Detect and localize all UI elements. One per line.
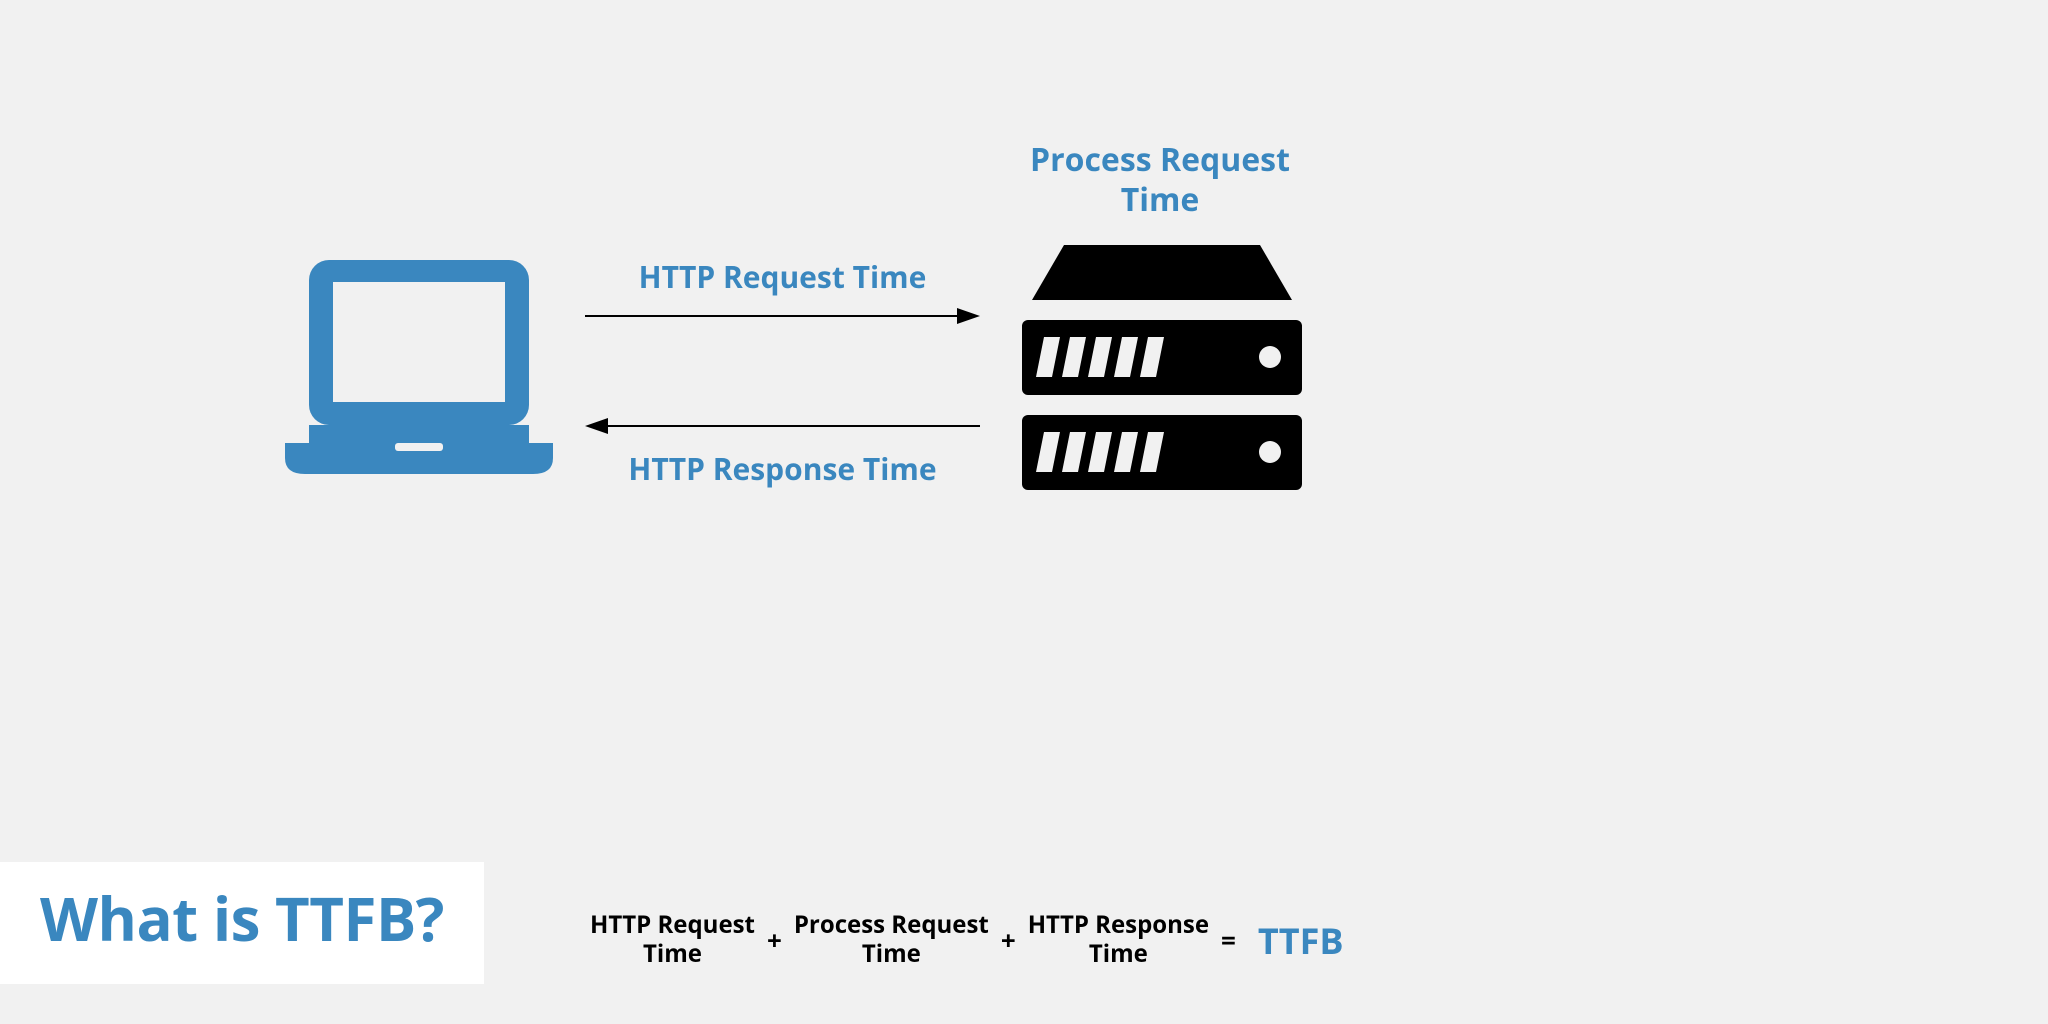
page-title: What is TTFB? — [40, 877, 444, 959]
http-response-label: HTTP Response Time — [585, 448, 980, 489]
http-request-label: HTTP Request Time — [585, 256, 980, 297]
equation-term-2: Process Request Time — [794, 911, 989, 969]
process-request-label: Process Request Time — [1000, 140, 1320, 220]
equation-result: TTFB — [1258, 916, 1344, 965]
equals-sign: = — [1221, 922, 1236, 958]
equation-term-3: HTTP Response Time — [1028, 911, 1209, 969]
ttfb-equation: HTTP Request Time + Process Request Time… — [590, 911, 1344, 969]
arrow-right-icon — [585, 303, 980, 329]
title-box: What is TTFB? — [0, 862, 484, 984]
diagram-canvas: HTTP Request Time HTTP Response Time Pro… — [0, 0, 2048, 1024]
plus-sign-1: + — [767, 922, 782, 958]
equation-term-1: HTTP Request Time — [590, 911, 755, 969]
server-icon — [1022, 245, 1302, 505]
plus-sign-2: + — [1001, 922, 1016, 958]
arrow-left-icon — [585, 413, 980, 439]
laptop-icon — [285, 260, 553, 483]
